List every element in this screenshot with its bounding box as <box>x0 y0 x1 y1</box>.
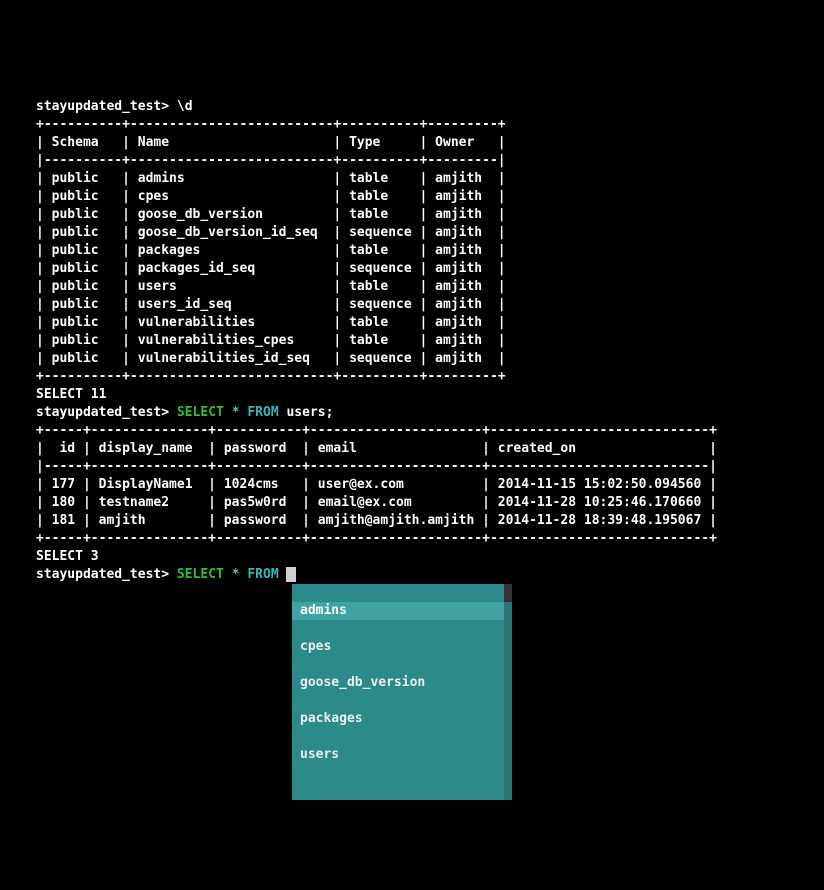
table-row: | public | goose_db_version_id_seq | seq… <box>36 225 506 240</box>
autocomplete-item[interactable]: admins <box>292 602 512 620</box>
sql-keyword-from: FROM <box>247 567 278 582</box>
table-header: | id | display_name | password | email |… <box>36 441 717 456</box>
table-header: | Schema | Name | Type | Owner | <box>36 135 506 150</box>
table-border: +-----+---------------+-----------+-----… <box>36 423 717 438</box>
result-status: SELECT 3 <box>36 549 99 564</box>
result-status: SELECT 11 <box>36 387 106 402</box>
terminal-output: stayupdated_test> \d +----------+-------… <box>36 80 824 584</box>
table-row: | public | packages_id_seq | sequence | … <box>36 261 506 276</box>
table-row: | public | packages | table | amjith | <box>36 243 506 258</box>
sql-star: * <box>232 567 240 582</box>
autocomplete-item[interactable]: cpes <box>292 638 512 656</box>
autocomplete-scrollbar[interactable] <box>504 584 512 800</box>
table-row: | public | vulnerabilities_cpes | table … <box>36 333 506 348</box>
table-row: | public | users | table | amjith | <box>36 279 506 294</box>
sql-keyword-select: SELECT <box>177 567 224 582</box>
table-row: | public | cpes | table | amjith | <box>36 189 506 204</box>
scrollbar-thumb[interactable] <box>504 584 512 602</box>
table-row: | public | admins | table | amjith | <box>36 171 506 186</box>
table-border: |-----+---------------+-----------+-----… <box>36 459 717 474</box>
cursor[interactable] <box>286 567 296 582</box>
table-border: |----------+--------------------------+-… <box>36 153 506 168</box>
sql-star: * <box>232 405 240 420</box>
db-prompt: stayupdated_test> <box>36 567 169 582</box>
table-row: | public | vulnerabilities | table | amj… <box>36 315 506 330</box>
command-text: \d <box>177 99 193 114</box>
db-prompt: stayupdated_test> <box>36 99 169 114</box>
autocomplete-popup[interactable]: admins cpes goose_db_version packages us… <box>292 584 512 800</box>
autocomplete-item[interactable]: users <box>292 746 512 764</box>
sql-tail: users; <box>286 405 333 420</box>
table-border: +-----+---------------+-----------+-----… <box>36 531 717 546</box>
table-border: +----------+--------------------------+-… <box>36 369 506 384</box>
table-row: | 180 | testname2 | pas5w0rd | email@ex.… <box>36 495 717 510</box>
table-row: | 181 | amjith | password | amjith@amjit… <box>36 513 717 528</box>
table-row: | public | users_id_seq | sequence | amj… <box>36 297 506 312</box>
db-prompt: stayupdated_test> <box>36 405 169 420</box>
prompt-line-3[interactable]: stayupdated_test> SELECT * FROM <box>36 567 296 582</box>
table-row: | public | goose_db_version | table | am… <box>36 207 506 222</box>
sql-keyword-from: FROM <box>247 405 278 420</box>
table-row: | 177 | DisplayName1 | 1024cms | user@ex… <box>36 477 717 492</box>
prompt-line-2: stayupdated_test> SELECT * FROM users; <box>36 405 333 420</box>
prompt-line-1: stayupdated_test> \d <box>36 99 193 114</box>
sql-keyword-select: SELECT <box>177 405 224 420</box>
table-border: +----------+--------------------------+-… <box>36 117 506 132</box>
autocomplete-item[interactable]: packages <box>292 710 512 728</box>
table-row: | public | vulnerabilities_id_seq | sequ… <box>36 351 506 366</box>
